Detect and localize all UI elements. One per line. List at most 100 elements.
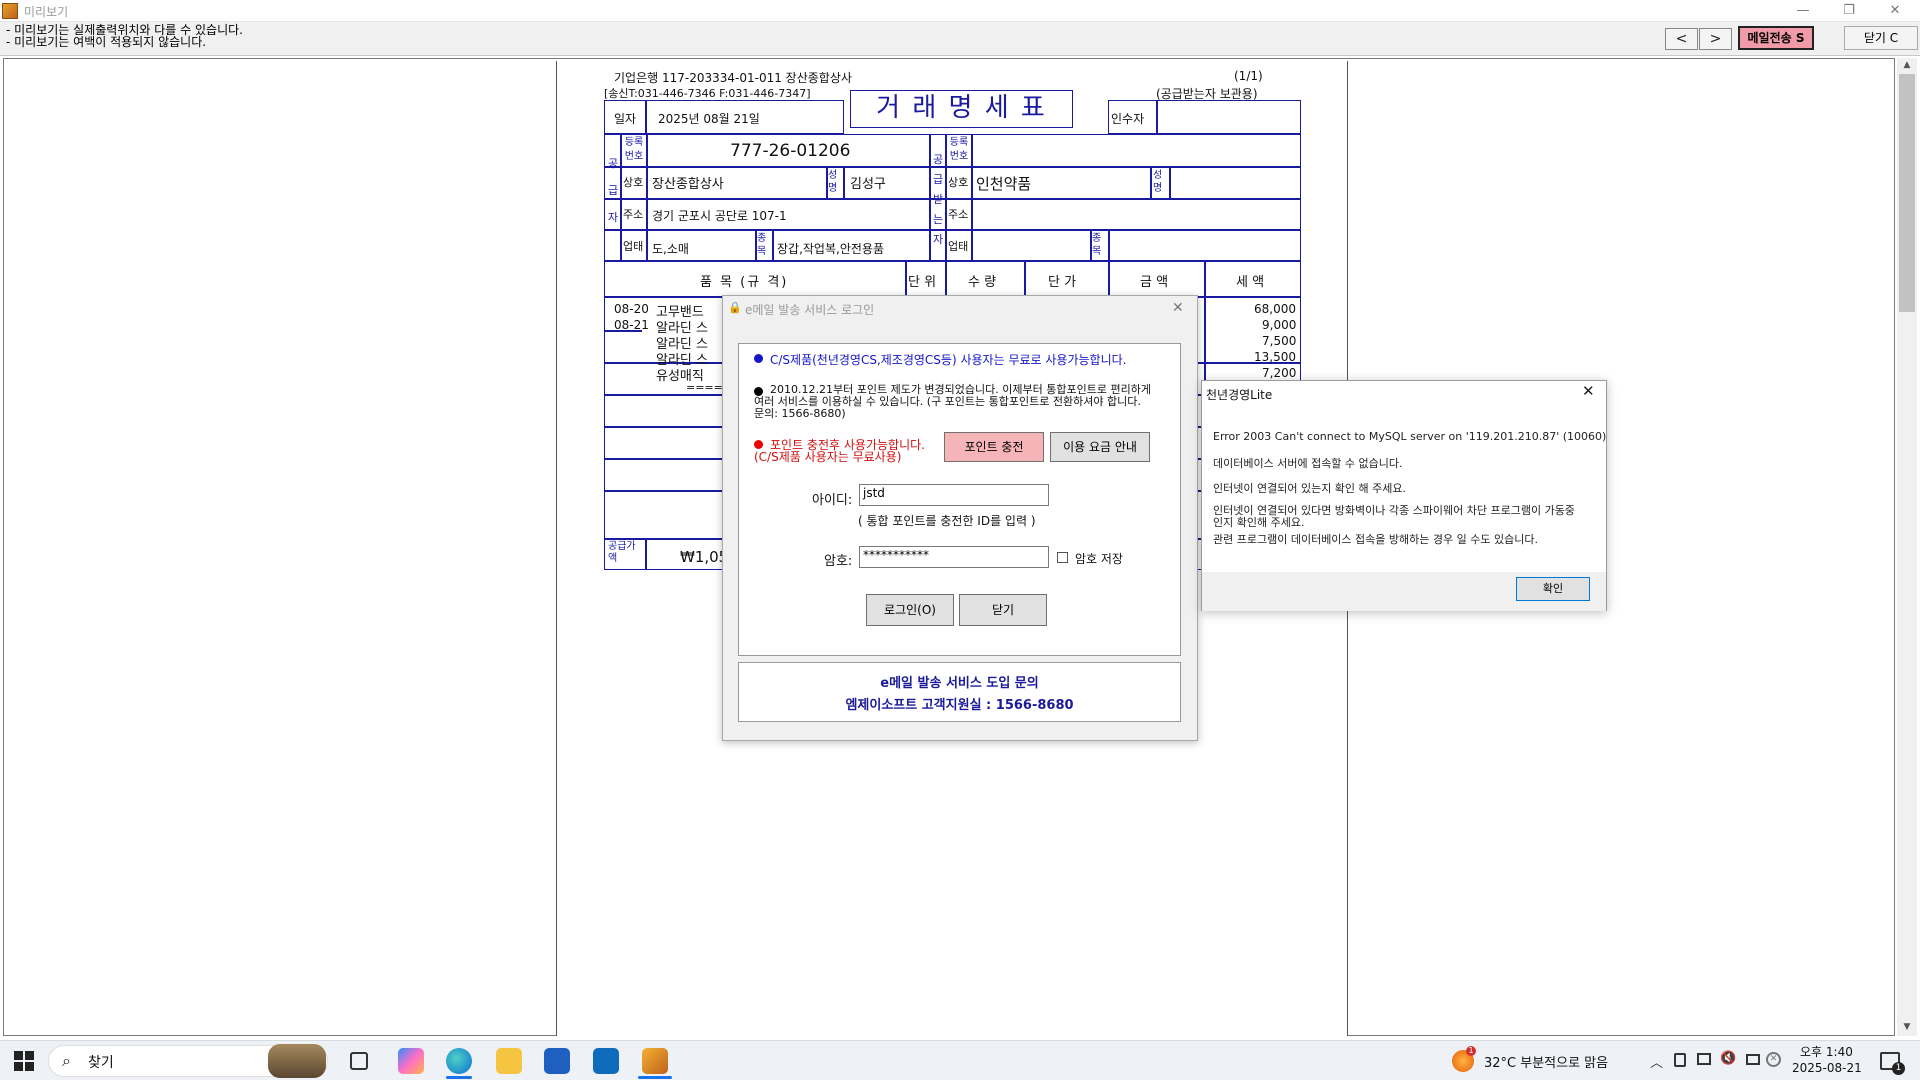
divider bbox=[772, 230, 774, 261]
reg-number: 777-26-01206 bbox=[730, 141, 851, 161]
display-icon[interactable] bbox=[1746, 1054, 1760, 1065]
address: 경기 군포시 공단로 107-1 bbox=[652, 209, 787, 223]
divider bbox=[645, 101, 647, 133]
toolbar-note-2: - 미리보기는 여백이 적용되지 않습니다. bbox=[6, 35, 207, 49]
divider bbox=[1108, 230, 1110, 261]
next-page-button[interactable]: > bbox=[1699, 28, 1732, 50]
header-unit: 단 위 bbox=[908, 275, 937, 290]
divider bbox=[971, 134, 973, 261]
password-input[interactable]: *********** bbox=[859, 546, 1049, 568]
row-tax: 7,200 bbox=[1262, 366, 1297, 380]
file-explorer-icon[interactable] bbox=[496, 1048, 522, 1074]
row-date: 08-20 bbox=[614, 302, 649, 316]
header-item: 품 목 (규 격) bbox=[700, 275, 789, 290]
header-qty: 수 량 bbox=[968, 275, 997, 290]
restore-button[interactable]: ❐ bbox=[1826, 0, 1872, 22]
volume-mute-icon[interactable]: 🔇 bbox=[1720, 1051, 1736, 1066]
fee-guide-button[interactable]: 이용 요금 안내 bbox=[1050, 432, 1150, 462]
buyer-reg-label: 등록번호 bbox=[949, 137, 969, 162]
save-password-label: 암호 저장 bbox=[1075, 552, 1123, 566]
scrollbar-thumb[interactable] bbox=[1899, 74, 1915, 312]
outlook-icon[interactable] bbox=[593, 1048, 619, 1074]
title-bar: 미리보기 — ❐ ✕ bbox=[0, 0, 1920, 22]
divider bbox=[604, 229, 1301, 231]
save-password-checkbox[interactable] bbox=[1057, 552, 1068, 563]
divider bbox=[945, 261, 947, 297]
error-message-program: 관련 프로그램이 데이터베이스 접속을 방해하는 경우 일 수도 있습니다. bbox=[1213, 533, 1538, 546]
inquiry-panel bbox=[738, 662, 1181, 722]
weather-badge: 1 bbox=[1466, 1046, 1476, 1056]
supplier-side-label: 공급자 bbox=[607, 157, 619, 224]
app-icon bbox=[2, 3, 18, 19]
error-message-internet: 인터넷이 연결되어 있는지 확인 해 주세요. bbox=[1213, 482, 1407, 495]
active-indicator bbox=[446, 1076, 472, 1079]
device-icon[interactable] bbox=[1674, 1053, 1686, 1067]
login-button[interactable]: 로그인(O) bbox=[866, 594, 954, 626]
scroll-up-icon[interactable]: ▲ bbox=[1899, 60, 1915, 72]
scroll-down-icon[interactable]: ▼ bbox=[1899, 1022, 1915, 1034]
task-view-icon[interactable] bbox=[350, 1052, 368, 1070]
login-dialog-title: e메일 발송 서비스 로그인 bbox=[745, 303, 875, 317]
password-label: 암호: bbox=[824, 554, 853, 569]
divider bbox=[604, 166, 1301, 168]
edge-icon[interactable] bbox=[446, 1048, 472, 1074]
clock-time[interactable]: 오후 1:40 bbox=[1800, 1043, 1853, 1060]
point-charge-button[interactable]: 포인트 충전 bbox=[944, 432, 1044, 462]
row-tax: 7,500 bbox=[1262, 334, 1297, 348]
divider bbox=[645, 538, 647, 570]
blocked-icon[interactable]: ✕ bbox=[1766, 1052, 1781, 1067]
prev-page-button[interactable]: < bbox=[1665, 28, 1698, 50]
supplier-name: 장산종합상사 bbox=[652, 177, 724, 192]
clock-date[interactable]: 2025-08-21 bbox=[1792, 1061, 1862, 1075]
error-ok-button[interactable]: 확인 bbox=[1516, 577, 1590, 601]
weather-text[interactable]: 32°C 부분적으로 맑음 bbox=[1484, 1052, 1608, 1071]
divider bbox=[1156, 101, 1158, 133]
error-message-firewall: 인터넷이 연결되어 있다면 방화벽이나 각종 스파이웨어 차단 프로그램이 가동… bbox=[1213, 504, 1575, 529]
row-tax: 13,500 bbox=[1254, 350, 1296, 364]
error-close-icon[interactable]: ✕ bbox=[1582, 382, 1595, 400]
login-close-icon[interactable]: ✕ bbox=[1172, 300, 1184, 316]
close-preview-button[interactable]: 닫기 C bbox=[1844, 26, 1918, 50]
search-placeholder: 찾기 bbox=[88, 1055, 114, 1071]
network-icon[interactable] bbox=[1697, 1053, 1711, 1065]
mail-send-button[interactable]: 메일전송 S bbox=[1738, 26, 1814, 50]
minimize-button[interactable]: — bbox=[1780, 0, 1826, 22]
store-icon[interactable] bbox=[544, 1048, 570, 1074]
divider bbox=[843, 167, 845, 198]
header-amount: 금 액 bbox=[1140, 275, 1169, 290]
owner-name: 김성구 bbox=[850, 177, 886, 192]
document-title: 거 래 명 세 표 bbox=[850, 90, 1073, 128]
lock-icon: 🔒 bbox=[728, 301, 742, 314]
windows-start-icon[interactable] bbox=[14, 1051, 34, 1071]
error-message-code: Error 2003 Can't connect to MySQL server… bbox=[1213, 430, 1607, 443]
divider bbox=[1169, 167, 1171, 198]
copilot-icon[interactable] bbox=[398, 1048, 424, 1074]
biz-type-label: 업태 bbox=[623, 240, 644, 253]
login-cancel-button[interactable]: 닫기 bbox=[959, 594, 1047, 626]
buyer-biz-item-label: 종목 bbox=[1092, 233, 1102, 257]
accounting-app-icon[interactable] bbox=[642, 1048, 668, 1074]
tray-chevron-icon[interactable]: ︿ bbox=[1650, 1052, 1663, 1071]
divider bbox=[1204, 261, 1206, 297]
close-window-button[interactable]: ✕ bbox=[1872, 0, 1918, 22]
charge-notice-sub: (C/S제품 사용자는 무료사용) bbox=[754, 450, 902, 464]
page-number: (1/1) bbox=[1234, 69, 1263, 83]
bullet-blue-icon bbox=[754, 354, 763, 363]
buyer-name-label: 상호 bbox=[948, 176, 969, 189]
total-label: 공급가액 bbox=[608, 541, 636, 564]
id-input[interactable]: jstd bbox=[859, 484, 1049, 506]
divider bbox=[604, 198, 1301, 200]
end-mark: ==== bbox=[686, 381, 723, 394]
divider bbox=[1150, 167, 1152, 198]
row-date: 08-21 bbox=[614, 318, 649, 332]
bank-info: 기업은행 117-203334-01-011 장산종합상사 bbox=[614, 71, 852, 85]
divider bbox=[1108, 261, 1110, 297]
id-label: 아이디: bbox=[812, 493, 853, 508]
header-unit-price: 단 가 bbox=[1048, 275, 1077, 290]
error-dialog-title: 천년경영Lite bbox=[1206, 388, 1273, 402]
free-use-notice: C/S제품(천년경영CS,제조경영CS등) 사용자는 무료로 사용가능합니다. bbox=[770, 353, 1127, 367]
invoice-date: 2025년 08월 21일 bbox=[658, 112, 760, 126]
buyer-name: 인천약품 bbox=[976, 175, 1032, 193]
active-indicator bbox=[638, 1076, 672, 1079]
total-amount: ₩1,05 bbox=[680, 548, 729, 566]
